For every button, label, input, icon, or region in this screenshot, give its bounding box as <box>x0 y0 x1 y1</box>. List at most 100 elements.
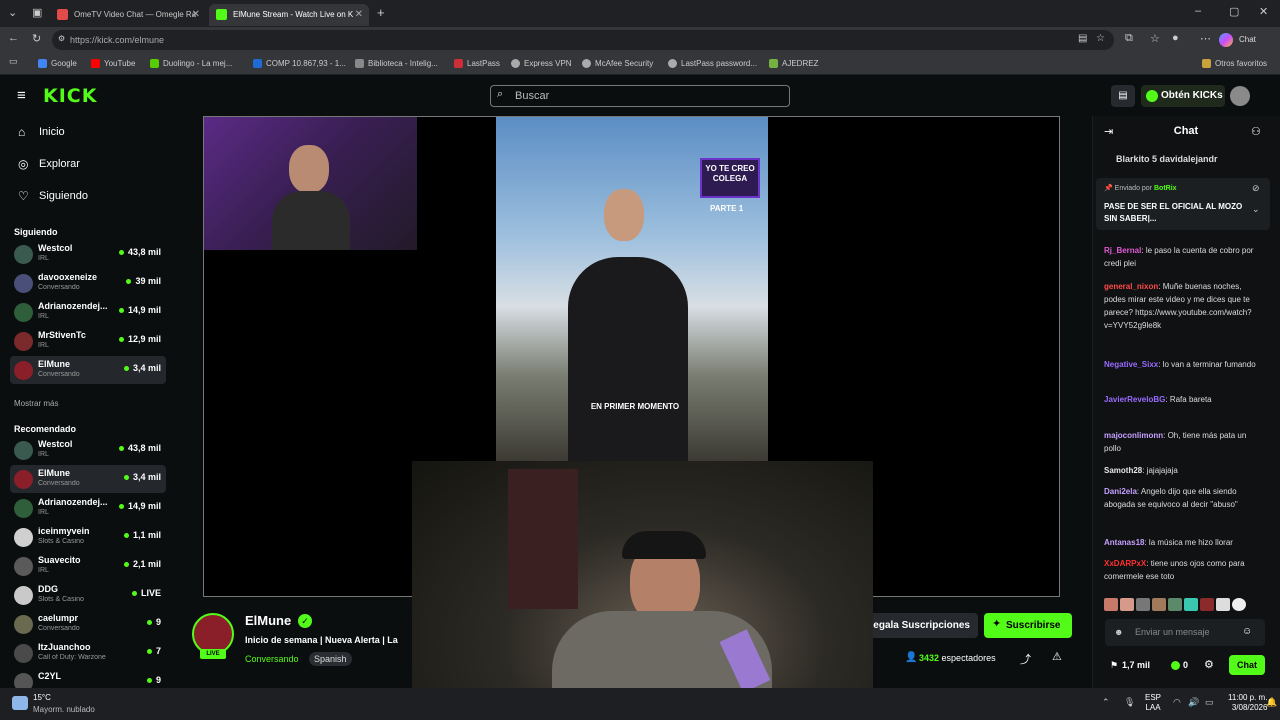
bookmark-duolingo[interactable]: Duolingo - La mej... <box>150 57 232 70</box>
send-chat-button[interactable]: Chat <box>1229 655 1265 675</box>
weather-icon[interactable] <box>12 696 28 710</box>
emote-icon[interactable] <box>1168 598 1182 611</box>
maximize-icon[interactable]: ▢ <box>1229 5 1239 18</box>
close-tab-icon[interactable]: ✕ <box>355 4 363 26</box>
stream-category[interactable]: Conversando <box>245 654 299 664</box>
streamer-name[interactable]: ElMune <box>245 613 291 628</box>
other-bookmarks[interactable]: Otros favoritos <box>1202 57 1267 70</box>
channel-name: Suavecito <box>38 555 81 565</box>
volume-icon[interactable]: 🔊 <box>1188 697 1199 708</box>
bookmark-youtube[interactable]: YouTube <box>91 57 135 70</box>
close-tab-icon[interactable]: ✕ <box>192 4 200 26</box>
nav-explore[interactable]: ◎ Explorar <box>18 157 80 171</box>
bookmark-lastpass-password[interactable]: LastPass password... <box>668 57 757 70</box>
chat-username[interactable]: JavierReveloBG <box>1104 395 1165 404</box>
sidebar-channel-itzjuanchoo[interactable]: ItzJuanchoo Call of Duty: Warzone 7 <box>10 639 166 667</box>
sidebar-channel-westcol[interactable]: Westcol IRL 43,8 mil <box>10 436 166 464</box>
sidebar-channel-adrianozendej[interactable]: Adrianozendej... IRL 14,9 mil <box>10 298 166 326</box>
microphone-icon[interactable]: 🎙 <box>1124 697 1135 708</box>
bookmark-label: COMP 10.867,93 - 1... <box>266 59 346 68</box>
sidebar-channel-elmune[interactable]: ElMune Conversando 3,4 mil <box>10 356 166 384</box>
wifi-icon[interactable]: ◠ <box>1173 697 1181 708</box>
bookmark-google[interactable]: Google <box>38 57 77 70</box>
share-icon[interactable]: ⤴ <box>1020 651 1031 667</box>
nav-following[interactable]: ♡ Siguiendo <box>18 189 88 203</box>
bookmark-ajedrez[interactable]: AJEDREZ <box>769 57 818 70</box>
bookmark-star-icon[interactable]: ☆ <box>1096 33 1105 44</box>
language-indicator[interactable]: ESP LAA <box>1145 693 1161 713</box>
menu-dots-icon[interactable]: ⋯ <box>1200 32 1211 45</box>
emote-icon[interactable] <box>1184 598 1198 611</box>
notifications-icon[interactable]: 🔔 <box>1266 697 1277 708</box>
battery-icon[interactable]: ▭ <box>1205 697 1214 708</box>
tab-groups-icon[interactable]: ▣ <box>32 6 42 19</box>
unpin-icon[interactable]: ⊘ <box>1252 183 1260 194</box>
tab-elmune[interactable]: ElMune Stream - Watch Live on K ✕ <box>209 4 369 26</box>
emote-icon[interactable] <box>1104 598 1118 611</box>
url-field[interactable]: https://kick.com/elmune <box>52 30 1114 50</box>
report-icon[interactable]: ⚠ <box>1052 650 1062 663</box>
user-avatar[interactable] <box>1230 86 1250 106</box>
bookmark-expressvpn[interactable]: Express VPN <box>511 57 572 70</box>
weather-temp[interactable]: 15°C <box>33 693 51 702</box>
emoji-picker-icon[interactable]: ☺ <box>1242 626 1252 637</box>
emote-icon[interactable] <box>1216 598 1230 611</box>
chat-user-icon[interactable]: ☻ <box>1114 627 1123 637</box>
back-icon[interactable]: ← <box>8 32 19 44</box>
reader-mode-icon[interactable]: ▤ <box>1078 33 1087 44</box>
chat-username[interactable]: XxDARPxX <box>1104 559 1146 568</box>
sidebar-channel-mrstiventc[interactable]: MrStivenTc IRL 12,9 mil <box>10 327 166 355</box>
emote-icon[interactable] <box>1152 598 1166 611</box>
minimize-icon[interactable]: – <box>1195 5 1201 17</box>
emote-icon[interactable] <box>1136 598 1150 611</box>
reload-icon[interactable]: ↻ <box>32 32 41 45</box>
system-clock[interactable]: 11:00 p. m. 3/08/2026 <box>1228 693 1267 713</box>
emote-icon[interactable] <box>1232 598 1246 611</box>
sidebar-channel-iceinmyvein[interactable]: iceinmyvein Slots & Casino 1,1 mil <box>10 523 166 551</box>
new-tab-icon[interactable]: + <box>377 5 385 20</box>
emote-icon[interactable] <box>1120 598 1134 611</box>
chat-username[interactable]: Negative_Sixx <box>1104 360 1158 369</box>
sidebar-channel-caelumpr[interactable]: caelumpr Conversando 9 <box>10 610 166 638</box>
sidebar-channel-adrianozendej[interactable]: Adrianozendej... IRL 14,9 mil <box>10 494 166 522</box>
favorites-icon[interactable]: ☆ <box>1150 32 1160 45</box>
theatre-mode-icon[interactable]: ▤ <box>1111 85 1135 107</box>
gift-subs-button[interactable]: Regala Suscripciones <box>860 613 978 638</box>
top-gifters[interactable]: Blarkito 5 davidalejandr <box>1116 154 1218 164</box>
chat-username[interactable]: majoconlimonn <box>1104 431 1163 440</box>
chat-username[interactable]: Antanas18 <box>1104 538 1144 547</box>
bookmark-mcafee[interactable]: McAfee Security <box>582 57 653 70</box>
sidebar-channel-suavecito[interactable]: Suavecito IRL 2,1 mil <box>10 552 166 580</box>
chat-username[interactable]: Dani2ela <box>1104 487 1137 496</box>
bookmark-comp[interactable]: COMP 10.867,93 - 1... <box>253 57 346 70</box>
user-settings-icon[interactable]: ⚇ <box>1251 125 1261 138</box>
sidebar-channel-ddg[interactable]: DDG Slots & Casino LIVE <box>10 581 166 609</box>
close-window-icon[interactable]: ✕ <box>1259 5 1268 18</box>
hamburger-menu-icon[interactable]: ≡ <box>17 87 26 104</box>
tray-expand-icon[interactable]: ⌃ <box>1102 697 1110 708</box>
copilot-icon[interactable] <box>1219 33 1233 47</box>
bookmark-lastpass[interactable]: LastPass <box>454 57 500 70</box>
bookmarks-menu-icon[interactable]: ▭ <box>9 56 18 67</box>
extensions-icon[interactable]: ⧉ <box>1125 32 1133 45</box>
expand-chevron-icon[interactable]: ⌄ <box>1252 204 1260 215</box>
tab-ometv[interactable]: OmeTV Video Chat — Omegle Ra ✕ <box>50 4 206 26</box>
chat-settings-icon[interactable]: ⚙ <box>1204 658 1214 671</box>
search-input[interactable]: Buscar <box>490 85 790 107</box>
emote-icon[interactable] <box>1200 598 1214 611</box>
chat-username[interactable]: Samoth28 <box>1104 466 1142 475</box>
site-info-icon[interactable]: ⚙ <box>58 34 65 43</box>
chat-message-input[interactable]: Enviar un mensaje <box>1105 619 1265 646</box>
sidebar-channel-elmune[interactable]: ElMune Conversando 3,4 mil <box>10 465 166 493</box>
tab-list-icon[interactable]: ⌄ <box>8 6 17 19</box>
chat-username[interactable]: general_nixon <box>1104 282 1158 291</box>
nav-home[interactable]: ⌂ Inicio <box>18 125 65 139</box>
kick-logo[interactable]: KICK <box>43 85 97 107</box>
profile-icon[interactable]: ● <box>1172 32 1179 44</box>
chat-username[interactable]: Rj_Bernal <box>1104 246 1141 255</box>
bookmark-biblioteca[interactable]: Biblioteca - Intelig... <box>355 57 438 70</box>
show-more-link[interactable]: Mostrar más <box>14 399 58 408</box>
sidebar-channel-westcol[interactable]: Westcol IRL 43,8 mil <box>10 240 166 268</box>
language-tag[interactable]: Spanish <box>309 652 352 666</box>
sidebar-channel-davooxeneize[interactable]: davooxeneize Conversando 39 mil <box>10 269 166 297</box>
